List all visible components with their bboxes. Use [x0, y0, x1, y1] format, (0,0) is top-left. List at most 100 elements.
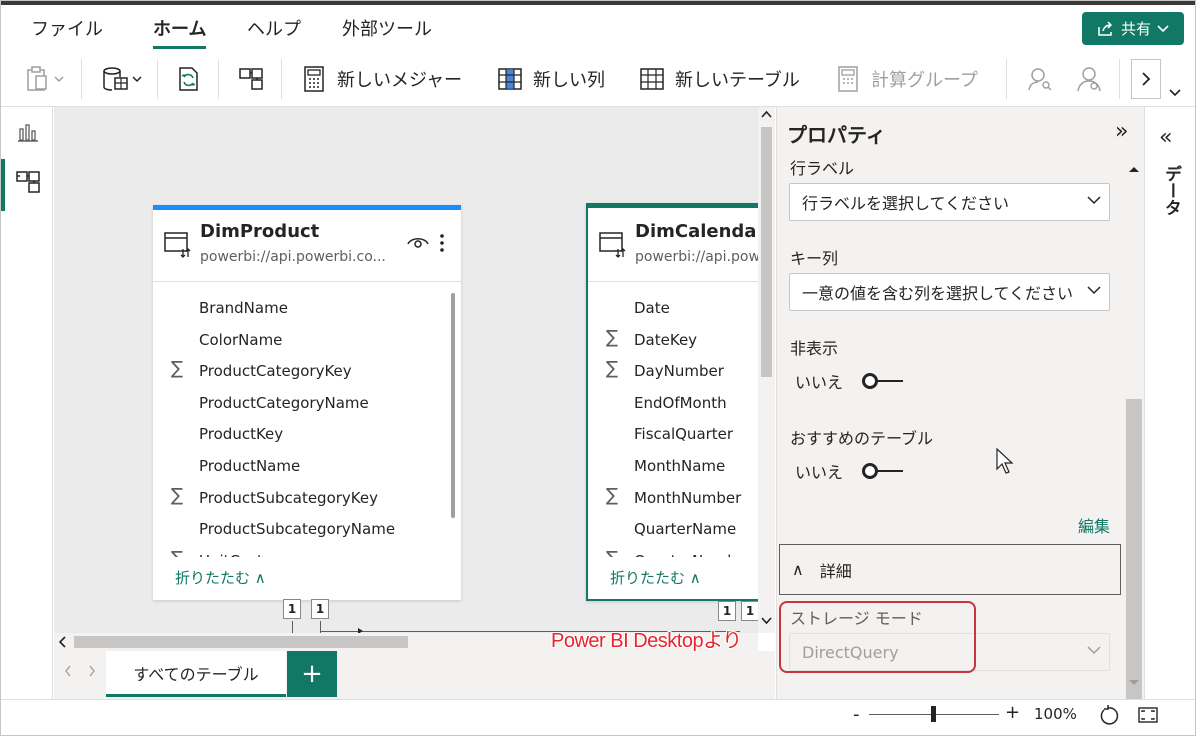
- sigma-icon: ∑: [606, 326, 619, 348]
- fit-to-screen-icon[interactable]: [1137, 704, 1159, 726]
- model-view-icon[interactable]: [15, 169, 41, 195]
- scrollbar-thumb[interactable]: [761, 127, 772, 377]
- field-row[interactable]: ∑ ProductSubcategoryKey: [153, 485, 461, 515]
- collapse-pane-icon[interactable]: »: [1115, 119, 1128, 144]
- field-row[interactable]: ∑ ProductCategoryKey: [153, 358, 461, 388]
- field-row[interactable]: ∑ DateKey: [588, 327, 758, 357]
- menu-file[interactable]: ファイル: [31, 15, 103, 41]
- relationships-icon: [239, 68, 263, 90]
- view-as-icon: [1077, 67, 1101, 92]
- relationship-cardinality-badge[interactable]: 1: [741, 601, 758, 621]
- scrollbar-thumb[interactable]: [1126, 399, 1142, 724]
- view-as-button[interactable]: [1075, 61, 1103, 97]
- field-name: Date: [634, 299, 670, 317]
- ribbon-expand-icon[interactable]: [1169, 89, 1181, 97]
- new-column-button[interactable]: 新しい列: [497, 61, 605, 97]
- tab-next-icon[interactable]: [88, 665, 96, 677]
- scroll-down-icon[interactable]: [761, 617, 772, 625]
- card-scrollbar[interactable]: [451, 293, 455, 518]
- field-row[interactable]: Date: [588, 295, 758, 325]
- edit-link[interactable]: 編集: [1078, 513, 1110, 537]
- scrollbar-thumb[interactable]: [74, 636, 408, 648]
- reset-layout-icon[interactable]: [1099, 704, 1121, 726]
- refresh-icon: [179, 67, 198, 91]
- new-measure-button[interactable]: 新しいメジャー: [301, 61, 462, 97]
- more-options-icon[interactable]: [439, 233, 445, 253]
- field-row[interactable]: ColorName: [153, 327, 461, 357]
- tab-prev-icon[interactable]: [64, 665, 72, 677]
- share-icon: [1098, 20, 1113, 36]
- field-name: ProductCategoryName: [199, 393, 369, 412]
- relationship-cardinality-badge[interactable]: 1: [283, 599, 301, 619]
- field-row[interactable]: QuarterName: [588, 516, 758, 546]
- canvas-vertical-scrollbar[interactable]: [758, 107, 775, 633]
- field-row[interactable]: ∑ QuarterNumber: [588, 548, 758, 557]
- collapse-link[interactable]: 折りたたむ ∧: [175, 567, 266, 588]
- paste-button[interactable]: [25, 61, 65, 97]
- featured-table-toggle[interactable]: [861, 462, 905, 480]
- menu-external-tools[interactable]: 外部ツール: [342, 15, 432, 41]
- new-table-icon: [640, 68, 664, 90]
- collapse-link[interactable]: 折りたたむ ∧: [610, 567, 701, 588]
- field-row[interactable]: ProductSubcategoryName: [153, 516, 461, 546]
- featured-toggle-row: いいえ: [795, 459, 905, 483]
- field-name: DateKey: [634, 330, 698, 349]
- field-row[interactable]: ∑ DayNumber: [588, 358, 758, 388]
- field-row[interactable]: ProductCategoryName: [153, 390, 461, 420]
- scroll-up-icon[interactable]: [1128, 165, 1140, 173]
- table-card-dimproduct[interactable]: DimProduct powerbi://api.powerbi.co... B…: [153, 205, 461, 600]
- relationship-cardinality-badge[interactable]: 1: [718, 601, 736, 621]
- sigma-icon: ∑: [606, 484, 619, 506]
- sigma-icon: ∑: [171, 358, 184, 380]
- relationship-cardinality-badge[interactable]: 1: [311, 599, 329, 619]
- ribbon-more-button[interactable]: [1131, 59, 1161, 99]
- menu-bar: ファイル ホーム ヘルプ 外部ツール 共有: [1, 5, 1195, 49]
- model-canvas[interactable]: DimProduct powerbi://api.powerbi.co... B…: [54, 107, 758, 633]
- table-icon: [164, 232, 191, 258]
- zoom-in-button[interactable]: +: [1005, 702, 1020, 723]
- annotation-text: Power BI Desktopより: [551, 630, 742, 652]
- tab-all-tables[interactable]: すべてのテーブル: [106, 651, 286, 697]
- field-row[interactable]: EndOfMonth: [588, 390, 758, 420]
- calculator-icon: [304, 66, 324, 92]
- report-view-icon[interactable]: [15, 119, 41, 145]
- field-row[interactable]: ProductName: [153, 453, 461, 483]
- field-row[interactable]: MonthName: [588, 453, 758, 483]
- scroll-up-icon[interactable]: [761, 110, 772, 118]
- chevron-down-icon: [1087, 196, 1101, 205]
- field-name: UnitCost: [199, 552, 263, 557]
- new-table-label: 新しいテーブル: [675, 70, 800, 91]
- table-card-dimcalendar[interactable]: DimCalendar powerbi://api.pow Date ∑ DateK…: [586, 203, 758, 601]
- hidden-toggle[interactable]: [861, 372, 905, 390]
- key-column-select[interactable]: 一意の値を含む列を選択してください: [789, 273, 1110, 311]
- manage-roles-button[interactable]: [1026, 61, 1054, 97]
- calculation-group-label: 計算グループ: [871, 70, 978, 91]
- field-row[interactable]: ∑ MonthNumber: [588, 485, 758, 515]
- details-section-header[interactable]: ∧ 詳細: [779, 544, 1121, 595]
- zoom-slider-thumb[interactable]: [931, 706, 936, 722]
- field-row[interactable]: ProductKey: [153, 421, 461, 451]
- expand-data-pane-icon[interactable]: «: [1159, 125, 1172, 150]
- scroll-down-icon[interactable]: [1128, 679, 1140, 687]
- properties-scrollbar[interactable]: [1124, 157, 1144, 724]
- calculation-group-button[interactable]: 計算グループ: [835, 61, 978, 97]
- share-button[interactable]: 共有: [1082, 12, 1184, 45]
- new-table-button[interactable]: 新しいテーブル: [639, 61, 800, 97]
- get-data-button[interactable]: [101, 61, 145, 97]
- add-layout-button[interactable]: +: [287, 651, 337, 697]
- row-label-select[interactable]: 行ラベルを選択してください: [789, 183, 1110, 221]
- refresh-button[interactable]: [175, 61, 203, 97]
- manage-relationships-button[interactable]: [237, 61, 265, 97]
- scroll-left-icon[interactable]: [58, 636, 66, 648]
- menu-home[interactable]: ホーム: [153, 15, 207, 49]
- chevron-down-icon: [1087, 286, 1101, 295]
- data-pane-label[interactable]: データ: [1159, 165, 1184, 216]
- field-row[interactable]: BrandName: [153, 295, 461, 325]
- menu-help[interactable]: ヘルプ: [247, 15, 301, 41]
- zoom-out-button[interactable]: -: [853, 704, 860, 725]
- visibility-eye-icon[interactable]: [407, 235, 429, 249]
- ribbon-separator: [81, 59, 82, 99]
- field-row[interactable]: ∑ UnitCost: [153, 548, 461, 557]
- field-name: FiscalQuarter: [634, 425, 734, 444]
- field-row[interactable]: FiscalQuarter: [588, 421, 758, 451]
